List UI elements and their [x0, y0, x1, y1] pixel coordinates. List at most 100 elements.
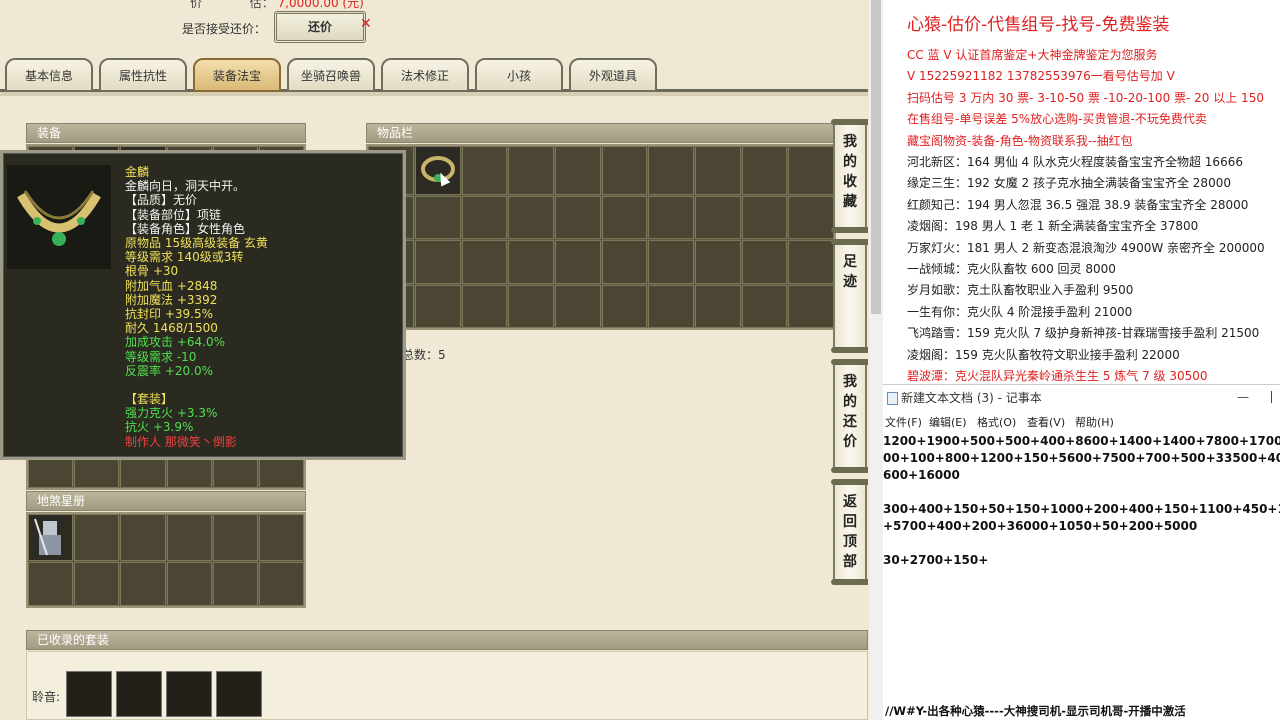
tab-mounts-pets[interactable]: 坐骑召唤兽	[287, 58, 375, 92]
menu-view[interactable]: 查看(V)	[1027, 414, 1065, 430]
tab-basic-info[interactable]: 基本信息	[5, 58, 93, 92]
dishasha-slot[interactable]	[166, 562, 212, 606]
tooltip-lines: 金麟 金麟向日，洞天中开。 【品质】无价 【装备部位】项链 【装备角色】女性角色 原物…	[125, 165, 268, 449]
close-icon[interactable]: ✕	[360, 16, 372, 32]
scrollbar-thumb[interactable]	[871, 0, 881, 314]
inventory-slot[interactable]	[461, 284, 508, 328]
inventory-slot[interactable]	[555, 146, 601, 195]
ad-line: 凌烟阁：198 男人 1 老 1 新全满装备宝宝齐全 37800	[907, 219, 1199, 234]
tab-attributes[interactable]: 属性抗性	[99, 58, 187, 92]
inventory-slot[interactable]	[741, 284, 788, 328]
inventory-header: 物品栏	[366, 123, 836, 143]
tooltip-line: 反震率 +20.0%	[125, 363, 213, 378]
inventory-slot[interactable]	[508, 146, 554, 195]
maximize-button[interactable]	[1271, 391, 1280, 403]
dishasha-slot[interactable]	[258, 562, 304, 606]
ad-line: 藏宝阁物资-装备-角色-物资联系我--抽红包	[907, 133, 1133, 148]
tab-spell-mods[interactable]: 法术修正	[381, 58, 469, 92]
inventory-slot[interactable]	[695, 196, 741, 240]
dishasha-slot[interactable]	[120, 514, 166, 561]
inventory-slot[interactable]	[414, 284, 461, 328]
inventory-slot[interactable]	[788, 196, 834, 240]
inventory-slot[interactable]	[648, 146, 694, 195]
inventory-slot[interactable]	[741, 146, 788, 195]
inventory-slot[interactable]	[601, 146, 648, 195]
inventory-slot[interactable]	[555, 284, 601, 328]
inventory-slot[interactable]	[648, 240, 694, 284]
necklace-icon	[7, 165, 111, 269]
inventory-slot[interactable]	[508, 284, 554, 328]
my-counter-offers-button[interactable]: 我的还价	[831, 359, 868, 473]
inventory-slot[interactable]	[741, 196, 788, 240]
inventory-slot[interactable]	[741, 240, 788, 284]
counter-offer-label: 是否接受还价：	[182, 22, 267, 36]
inventory-slot[interactable]	[414, 240, 461, 284]
page-scrollbar[interactable]	[869, 0, 883, 720]
inventory-slot[interactable]	[648, 284, 694, 328]
tooltip-line: 根骨 +30	[125, 264, 179, 279]
equip-header: 装备	[26, 123, 306, 143]
dishasha-slot[interactable]	[28, 514, 74, 561]
dishasha-slot[interactable]	[74, 562, 120, 606]
back-to-top-button[interactable]: 返回顶部	[831, 479, 868, 585]
menu-edit[interactable]: 编辑(E)	[929, 414, 967, 430]
suite-item-icon[interactable]	[216, 671, 262, 717]
notepad-window: 新建文本文档 (3) - 记事本 — 文件(F) 编辑(E) 格式(O) 查看(…	[883, 384, 1280, 704]
dishasha-slot[interactable]	[212, 562, 258, 606]
inventory-slot[interactable]	[555, 240, 601, 284]
ad-line: 红颜知己：194 男人忽混 36.5 强混 38.9 装备宝宝齐全 28000	[907, 197, 1249, 212]
tab-appearance[interactable]: 外观道具	[569, 58, 657, 92]
inventory-slot[interactable]	[555, 196, 601, 240]
suite-item-icon[interactable]	[66, 671, 112, 717]
dishasha-slot[interactable]	[212, 514, 258, 561]
notepad-text-area[interactable]: 1200+1900+500+500+400+8600+1400+1400+780…	[883, 433, 1280, 569]
ad-line: 缘定三生：192 女魔 2 孩子克水抽全满装备宝宝齐全 28000	[907, 176, 1231, 191]
counter-offer-button[interactable]: 还价	[274, 11, 366, 43]
inventory-slot[interactable]	[695, 146, 741, 195]
tooltip-line: 加成攻击 +64.0%	[125, 335, 225, 350]
notepad-titlebar[interactable]: 新建文本文档 (3) - 记事本 —	[883, 385, 1280, 411]
inventory-slot[interactable]	[461, 146, 508, 195]
item-description: 金麟向日，洞天中开。	[125, 179, 246, 194]
menu-format[interactable]: 格式(O)	[977, 414, 1016, 430]
dishasha-slot[interactable]	[120, 562, 166, 606]
dishasha-slot[interactable]	[166, 514, 212, 561]
tooltip-line: 【套装】	[125, 392, 174, 407]
dishasha-slot[interactable]	[258, 514, 304, 561]
ad-line: 碧波潭：克火混队异光秦岭通杀生生 5 炼气 7 级 30500	[907, 369, 1208, 383]
tab-children[interactable]: 小孩	[475, 58, 563, 92]
tab-equipment[interactable]: 装备法宝	[193, 58, 281, 92]
inventory-slot[interactable]	[788, 146, 834, 195]
inventory-slot[interactable]	[508, 240, 554, 284]
footprint-button[interactable]: 足迹	[831, 239, 868, 353]
price-line: 价 估： 7,0000.00 (元)	[190, 0, 364, 11]
minimize-button[interactable]: —	[1233, 385, 1253, 411]
suite-item-icon[interactable]	[116, 671, 162, 717]
item-name: 金麟	[125, 165, 150, 179]
inventory-slot[interactable]	[414, 196, 461, 240]
inventory-slot[interactable]	[788, 240, 834, 284]
inventory-slot[interactable]	[601, 240, 648, 284]
ad-title: 心猿-估价-代售组号-找号-免费鉴装	[907, 15, 1170, 35]
inventory-slot[interactable]	[648, 196, 694, 240]
tooltip-line: 【装备角色】女性角色	[125, 221, 246, 236]
inventory-slot[interactable]	[601, 196, 648, 240]
menu-file[interactable]: 文件(F)	[885, 414, 922, 430]
ad-line: 飞鸿踏雪：159 克火队 7 级护身新神孩-甘霖瑞雪接手盈利 21500	[907, 326, 1260, 341]
inventory-slot[interactable]	[601, 284, 648, 328]
ad-line: 扫码估号 3 万内 30 票- 3-10-50 票 -10-20-100 票- …	[907, 90, 1264, 105]
suite-item-icon[interactable]	[166, 671, 212, 717]
dishasha-slot[interactable]	[28, 562, 74, 606]
inventory-slot[interactable]	[508, 196, 554, 240]
ad-line: 凌烟阁：159 克火队畜牧符文职业接手盈利 22000	[907, 347, 1180, 362]
inventory-slot[interactable]	[695, 240, 741, 284]
dishasha-slot[interactable]	[74, 514, 120, 561]
inventory-slot[interactable]	[461, 196, 508, 240]
menu-help[interactable]: 帮助(H)	[1075, 414, 1114, 430]
my-favorites-button[interactable]: 我的收藏	[831, 119, 868, 233]
tooltip-line: 强力克火 +3.3%	[125, 406, 218, 421]
inventory-slot[interactable]	[414, 146, 461, 195]
inventory-slot[interactable]	[461, 240, 508, 284]
inventory-slot[interactable]	[695, 284, 741, 328]
inventory-slot[interactable]	[788, 284, 834, 328]
